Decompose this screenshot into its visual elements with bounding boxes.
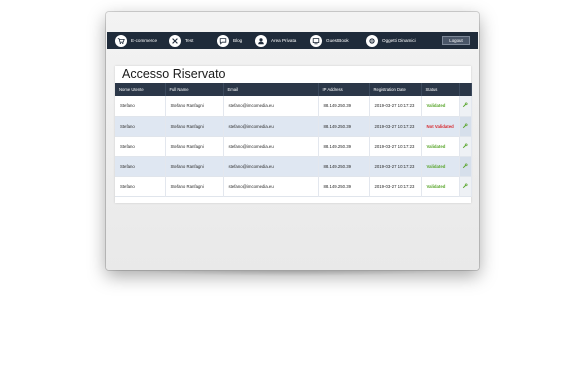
cell-ip: 88.149.250.39 <box>318 116 370 136</box>
wrench-icon <box>462 162 468 168</box>
users-table: Nome Utente Full Name Email IP Address R… <box>115 83 472 197</box>
nav-item-blog[interactable]: Blog <box>217 32 255 49</box>
cell-fullname: Stefano Ranfagni <box>165 156 224 176</box>
nav-label: Blog <box>233 38 243 43</box>
table-header-row: Nome Utente Full Name Email IP Address R… <box>115 83 472 96</box>
status-badge: Validated <box>421 156 460 176</box>
nav-label: Test <box>185 38 194 43</box>
cell-ip: 88.149.250.39 <box>318 176 370 196</box>
nav-item-area-privata[interactable]: Area Privata <box>255 32 310 49</box>
gear-icon <box>366 34 378 47</box>
cart-icon <box>115 34 127 47</box>
table-row: Stefano Stefano Ranfagni stefano@imcomed… <box>115 96 472 116</box>
cell-date: 2019-03-27 10:17:23 <box>369 176 422 196</box>
status-badge: Validated <box>421 176 460 196</box>
edit-button[interactable] <box>459 116 472 136</box>
col-header-date[interactable]: Registration Date <box>369 83 422 96</box>
cell-fullname: Stefano Ranfagni <box>165 116 224 136</box>
col-header-actions <box>459 83 472 96</box>
cell-date: 2019-03-27 10:17:23 <box>369 116 422 136</box>
logout-button[interactable]: Logout <box>442 36 470 45</box>
edit-button[interactable] <box>459 176 472 196</box>
status-badge: Validated <box>421 96 460 116</box>
nav-label: E-commerce <box>131 38 158 43</box>
table-row: Stefano Stefano Ranfagni stefano@imcomed… <box>115 176 472 196</box>
cell-email: stefano@imcomedia.eu <box>223 116 319 136</box>
cell-fullname: Stefano Ranfagni <box>165 96 224 116</box>
cell-email: stefano@imcomedia.eu <box>223 156 319 176</box>
user-icon <box>255 34 267 47</box>
cell-email: stefano@imcomedia.eu <box>223 136 319 156</box>
edit-button[interactable] <box>459 96 472 116</box>
nav-item-test[interactable]: Test <box>169 32 217 49</box>
cell-ip: 88.149.250.39 <box>318 156 370 176</box>
cell-email: stefano@imcomedia.eu <box>223 96 319 116</box>
chat-icon <box>217 34 229 47</box>
nav-item-ecommerce[interactable]: E-commerce <box>115 32 169 49</box>
wrench-icon <box>462 122 468 128</box>
edit-button[interactable] <box>459 136 472 156</box>
main-panel: Accesso Riservato Nome Utente Full Name … <box>115 66 472 203</box>
nav-item-guestbook[interactable]: GuestBook <box>310 32 366 49</box>
wrench-icon <box>462 142 468 148</box>
nav-item-oggetti-dinamici[interactable]: Oggetti Dinamici <box>366 32 436 49</box>
col-header-username[interactable]: Nome Utente <box>115 83 166 96</box>
col-header-status[interactable]: Status <box>421 83 460 96</box>
cell-email: stefano@imcomedia.eu <box>223 176 319 196</box>
cell-date: 2019-03-27 10:17:23 <box>369 96 422 116</box>
cell-date: 2019-03-27 10:17:23 <box>369 156 422 176</box>
cell-username: Stefano <box>115 176 166 196</box>
cell-date: 2019-03-27 10:17:23 <box>369 136 422 156</box>
cell-ip: 88.149.250.39 <box>318 96 370 116</box>
cell-fullname: Stefano Ranfagni <box>165 176 224 196</box>
wrench-icon <box>462 182 468 188</box>
edit-button[interactable] <box>459 156 472 176</box>
table-row: Stefano Stefano Ranfagni stefano@imcomed… <box>115 156 472 176</box>
tools-icon <box>169 34 181 47</box>
guestbook-icon <box>310 34 322 47</box>
table-row: Stefano Stefano Ranfagni stefano@imcomed… <box>115 136 472 156</box>
col-header-ip[interactable]: IP Address <box>318 83 370 96</box>
cell-ip: 88.149.250.39 <box>318 136 370 156</box>
cell-fullname: Stefano Ranfagni <box>165 136 224 156</box>
nav-label: Oggetti Dinamici <box>382 38 416 43</box>
nav-label: Area Privata <box>271 38 297 43</box>
col-header-email[interactable]: Email <box>223 83 319 96</box>
cell-username: Stefano <box>115 156 166 176</box>
page-title: Accesso Riservato <box>122 67 226 81</box>
col-header-fullname[interactable]: Full Name <box>165 83 224 96</box>
nav-label: GuestBook <box>326 38 349 43</box>
cell-username: Stefano <box>115 116 166 136</box>
top-navbar: E-commerce Test Blog Area Privata GuestB… <box>107 32 478 49</box>
wrench-icon <box>462 102 468 108</box>
cell-username: Stefano <box>115 96 166 116</box>
status-badge: Validated <box>421 136 460 156</box>
status-badge: Not Validated <box>421 116 460 136</box>
cell-username: Stefano <box>115 136 166 156</box>
table-row: Stefano Stefano Ranfagni stefano@imcomed… <box>115 116 472 136</box>
